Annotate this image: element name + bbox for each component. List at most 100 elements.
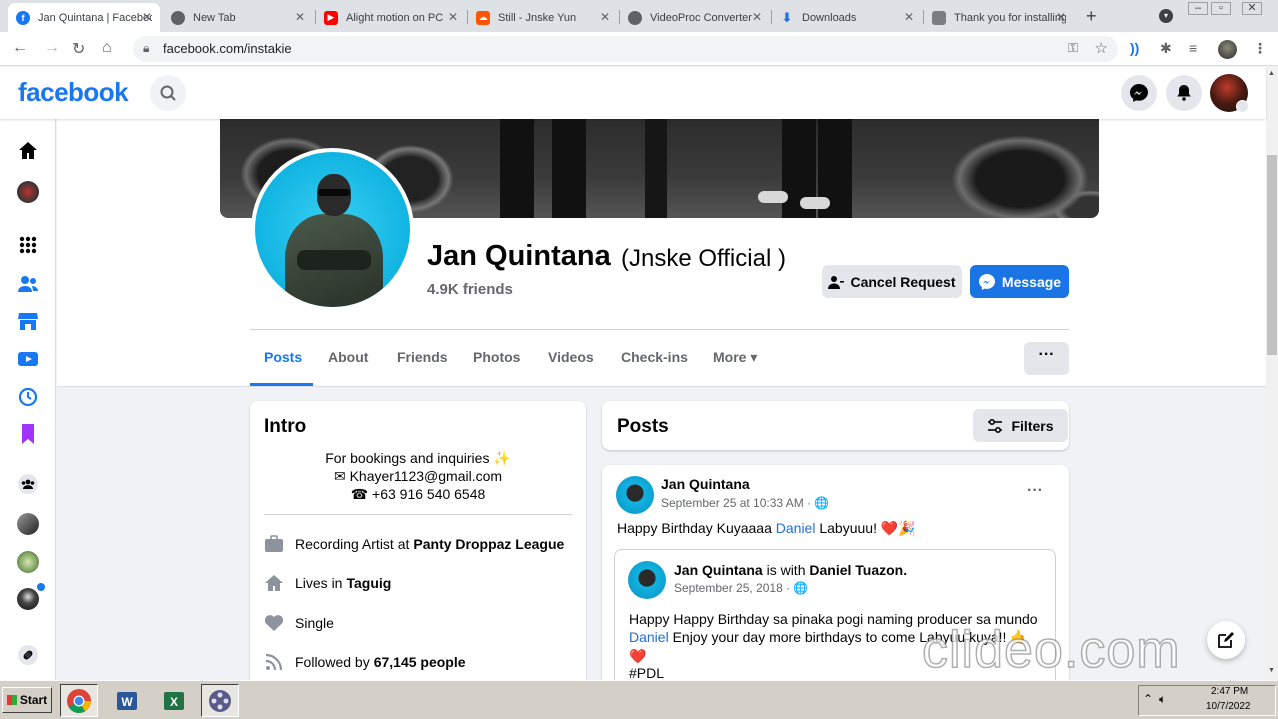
watch-video-icon[interactable] — [16, 347, 40, 371]
profile-more-button[interactable]: ··· — [1024, 342, 1069, 375]
taskbar-word[interactable]: W — [108, 684, 146, 717]
taskbar-excel[interactable]: X — [155, 684, 193, 717]
clock-date[interactable]: 10/7/2022 — [1206, 701, 1251, 712]
group-shortcut-1[interactable] — [16, 512, 40, 536]
close-tab-icon[interactable]: ✕ — [295, 10, 305, 24]
puzzle-extensions-icon[interactable]: ✱ — [1160, 40, 1172, 57]
work-link[interactable]: Panty Droppaz League — [413, 536, 564, 552]
notification-dot — [37, 583, 45, 591]
volume-icon[interactable]: 🔈︎ — [1159, 692, 1166, 707]
marketplace-icon[interactable] — [16, 309, 40, 333]
home-icon[interactable] — [16, 139, 40, 163]
start-button[interactable]: Start — [2, 687, 52, 713]
taskbar-chrome[interactable] — [60, 684, 98, 717]
tab-soundcloud[interactable]: ☁ Still - Jnske Yun ✕ — [468, 3, 618, 32]
scrollbar-thumb[interactable] — [1267, 155, 1277, 355]
close-tab-icon[interactable]: ✕ — [1056, 10, 1066, 24]
forward-arrow-icon[interactable]: → — [44, 39, 60, 57]
post-author[interactable]: Jan Quintana — [661, 476, 750, 492]
tab-friends[interactable]: Friends — [397, 349, 448, 365]
back-arrow-icon[interactable]: ← — [12, 39, 28, 57]
groups-icon[interactable] — [16, 472, 40, 496]
tab-downloads[interactable]: ⬇ Downloads ✕ — [772, 3, 922, 32]
shared-author-avatar[interactable] — [628, 561, 666, 599]
close-tab-icon[interactable]: ✕ — [142, 10, 152, 24]
tab-posts[interactable]: Posts — [264, 349, 302, 365]
chrome-menu-icon[interactable]: ⋮ — [1253, 40, 1267, 57]
search-button[interactable] — [150, 75, 186, 111]
address-bar[interactable]: 🔒︎ facebook.com/instakie ⚿ ☆ — [133, 36, 1118, 62]
reload-icon[interactable]: ↻ — [72, 39, 85, 59]
taskbar-video-app[interactable] — [201, 684, 239, 717]
clock-time[interactable]: 2:47 PM — [1211, 686, 1248, 697]
search-icon — [160, 85, 176, 101]
extension-icon[interactable]: )) — [1130, 40, 1139, 56]
scroll-down-arrow-icon[interactable]: ▼ — [1268, 667, 1275, 674]
close-tab-icon[interactable]: ✕ — [752, 10, 762, 24]
menu-grid-icon[interactable] — [16, 233, 40, 257]
tab-about[interactable]: About — [328, 349, 368, 365]
tab-youtube[interactable]: ▶ Alight motion on PC ✕ — [316, 3, 466, 32]
cancel-request-button[interactable]: Cancel Request — [822, 265, 962, 298]
new-tab-plus-icon[interactable]: + — [1086, 6, 1097, 27]
facebook-logo[interactable]: facebook — [18, 77, 129, 108]
key-icon[interactable]: ⚿ — [1068, 40, 1078, 56]
tab-check-ins[interactable]: Check-ins — [621, 349, 688, 365]
post-author-avatar[interactable] — [616, 476, 654, 514]
profile-picture[interactable] — [251, 148, 414, 311]
new-message-button[interactable] — [1207, 621, 1245, 659]
scroll-up-arrow-icon[interactable]: ▲ — [1268, 70, 1275, 77]
reading-list-icon[interactable]: ≡ — [1189, 40, 1197, 56]
intro-followers: Followed by 67,145 people — [264, 652, 466, 672]
tab-more[interactable]: More ▾ — [713, 349, 757, 366]
tray-expand-icon[interactable]: ⌃ — [1143, 692, 1153, 706]
profile-avatar-icon[interactable] — [16, 180, 40, 204]
mention-link[interactable]: Daniel — [629, 629, 669, 645]
tab-videoproc[interactable]: VideoProc Converter ✕ — [620, 3, 770, 32]
rss-feed-icon — [264, 652, 284, 672]
shared-post-timestamp[interactable]: September 25, 2018 · 🌐 — [674, 581, 808, 595]
chevron-down-icon[interactable] — [1236, 100, 1249, 113]
download-icon: ⬇ — [781, 9, 793, 25]
chrome-icon — [171, 10, 185, 25]
group-shortcut-2[interactable] — [16, 550, 40, 574]
tab-facebook[interactable]: f Jan Quintana | Facebook ✕ — [8, 3, 160, 32]
bookmark-star-icon[interactable]: ☆ — [1095, 39, 1108, 57]
house-icon — [264, 573, 284, 593]
tab-new-tab[interactable]: New Tab ✕ — [163, 3, 313, 32]
mention-link[interactable]: Daniel — [776, 520, 816, 536]
hashtag-link[interactable]: #PDL — [629, 665, 664, 681]
post-timestamp[interactable]: September 25 at 10:33 AM · 🌐 — [661, 496, 829, 510]
close-tab-icon[interactable]: ✕ — [448, 10, 458, 24]
message-button[interactable]: Message — [970, 265, 1069, 298]
memories-clock-icon[interactable] — [16, 385, 40, 409]
close-tab-icon[interactable]: ✕ — [904, 10, 914, 24]
link-icon[interactable] — [16, 643, 40, 667]
posts-title: Posts — [617, 416, 669, 437]
close-window-icon[interactable]: ✕ — [1242, 2, 1262, 15]
lock-icon[interactable]: 🔒︎ — [143, 41, 149, 56]
city-link[interactable]: Taguig — [346, 575, 391, 591]
filters-button[interactable]: Filters — [973, 409, 1068, 442]
notifications-button[interactable] — [1166, 75, 1202, 111]
post-options-icon[interactable]: ··· — [1027, 482, 1043, 500]
restore-window-icon[interactable]: ▫ — [1211, 2, 1231, 15]
close-tab-icon[interactable]: ✕ — [600, 10, 610, 24]
saved-bookmark-icon[interactable] — [16, 422, 40, 446]
bell-icon — [1177, 85, 1191, 101]
url-text[interactable]: facebook.com/instakie — [163, 41, 292, 56]
chrome-profile-avatar[interactable] — [1218, 40, 1237, 59]
tab-videos[interactable]: Videos — [548, 349, 594, 365]
tab-thank-you[interactable]: Thank you for installing ✕ — [924, 3, 1074, 32]
extension-icon — [932, 10, 946, 25]
friends-icon[interactable] — [16, 272, 40, 296]
tab-search-icon[interactable]: ▾ — [1159, 9, 1173, 23]
group-shortcut-3[interactable] — [16, 587, 40, 611]
home-icon[interactable]: ⌂ — [102, 39, 112, 57]
youtube-icon: ▶ — [324, 10, 338, 25]
followers-link[interactable]: 67,145 people — [374, 654, 466, 670]
tab-photos[interactable]: Photos — [473, 349, 520, 365]
messenger-button[interactable] — [1121, 75, 1157, 111]
minimize-window-icon[interactable]: – — [1188, 2, 1208, 15]
friends-count[interactable]: 4.9K friends — [427, 281, 513, 298]
